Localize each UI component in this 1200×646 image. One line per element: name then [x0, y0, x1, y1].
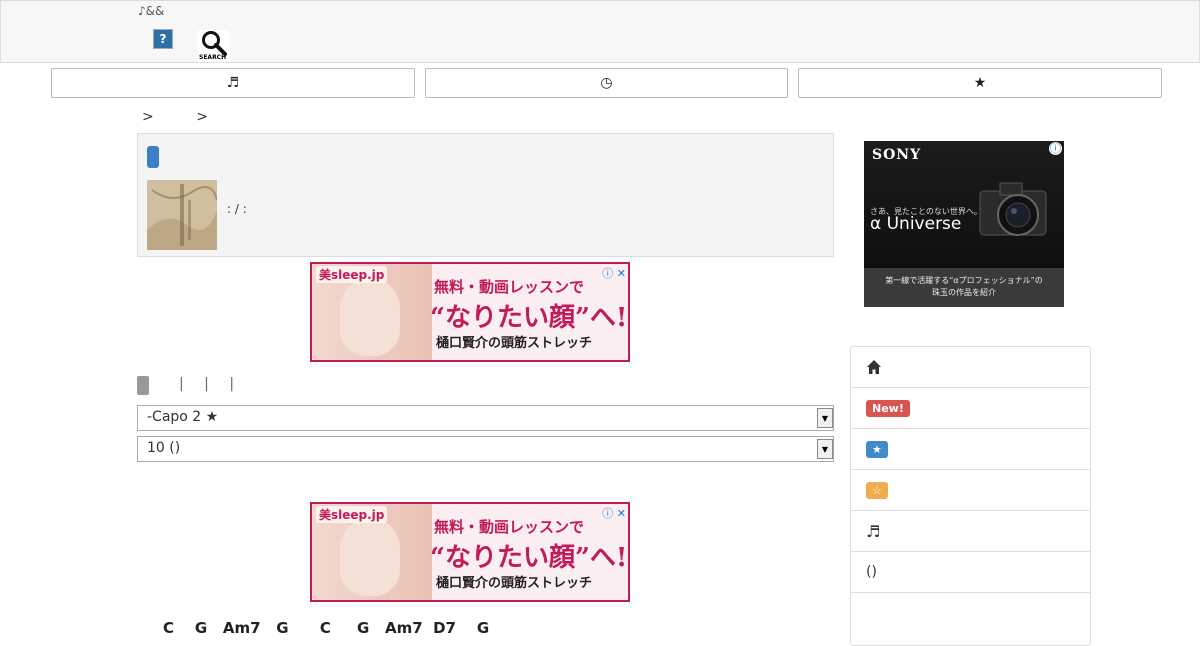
- music-note-icon: ♬: [226, 75, 240, 91]
- font-size-select-value: 10 (): [147, 440, 181, 456]
- ad-headline: 無料・動画レッスンで: [434, 278, 585, 296]
- ad-footer: 第一線で活躍する“αプロフェッショナル”の 珠玉の作品を紹介: [864, 268, 1064, 307]
- capo-select-value: -Capo 2 ★: [147, 409, 219, 425]
- search-icon: [202, 31, 227, 56]
- site-logo[interactable]: ♪&&: [138, 4, 164, 18]
- ad-brand: 美sleep.jp: [316, 506, 388, 523]
- ad-product: α Universe: [870, 214, 962, 234]
- side-menu-item-home[interactable]: [851, 347, 1090, 388]
- home-icon: [867, 360, 881, 374]
- ad-close-icon[interactable]: ⓘ ✕: [602, 505, 626, 521]
- help-icon: ?: [159, 32, 167, 46]
- search-button[interactable]: SEARCH: [198, 30, 230, 62]
- option-links[interactable]: | | |: [179, 376, 242, 392]
- camera-image: [979, 182, 1047, 236]
- song-info-panel: : / :: [137, 133, 834, 257]
- chord-line: C G Am7 G C G Am7 D7 G: [163, 619, 490, 637]
- chevron-down-icon: ▼: [817, 408, 833, 428]
- side-menu-item-favorites[interactable]: ☆: [851, 470, 1090, 511]
- transpose-badge[interactable]: [137, 376, 149, 395]
- song-meta: : / :: [227, 202, 247, 216]
- ad-brand: 美sleep.jp: [316, 266, 388, 283]
- ad-banner[interactable]: 美sleep.jp 無料・動画レッスンで “なりたい顔”へ! 樋口賢介の頭筋スト…: [310, 262, 630, 362]
- breadcrumb-separator: >: [196, 109, 208, 125]
- side-menu-item-ranking[interactable]: ★: [851, 429, 1090, 470]
- ad-banner[interactable]: 美sleep.jp 無料・動画レッスンで “なりたい顔”へ! 樋口賢介の頭筋スト…: [310, 502, 630, 602]
- star-outline-badge: ☆: [866, 481, 888, 499]
- status-badge[interactable]: [147, 146, 159, 168]
- ad-headline-large: “なりたい顔”へ!: [430, 303, 628, 333]
- ad-footer-text: 第一線で活躍する“αプロフェッショナル”の 珠玉の作品を紹介: [885, 276, 1043, 297]
- album-cover-art: [147, 180, 217, 250]
- ad-brand: SONY: [872, 147, 922, 163]
- font-size-select[interactable]: 10 () ▼: [137, 436, 834, 462]
- ad-close-icon[interactable]: ⓘ ✕: [602, 265, 626, 281]
- ad-headline: 無料・動画レッスンで: [434, 518, 585, 536]
- help-button[interactable]: ?: [153, 29, 173, 49]
- album-cover[interactable]: [147, 180, 217, 250]
- ad-subline: 樋口賢介の頭筋ストレッチ: [436, 576, 593, 591]
- ad-info-icon[interactable]: ⓘ: [1049, 142, 1062, 155]
- side-menu-item-label: (): [866, 564, 877, 580]
- side-menu-item-new[interactable]: New!: [851, 388, 1090, 429]
- star-badge: ★: [866, 440, 888, 458]
- tab-favorites[interactable]: ★: [798, 68, 1162, 98]
- sidebar-ad[interactable]: SONY ⓘ さあ、見たことのない世界へ。 α Universe 第一線で活躍す…: [864, 141, 1064, 307]
- side-menu-item-other[interactable]: (): [851, 552, 1090, 593]
- breadcrumb-separator: >: [142, 109, 154, 125]
- tab-recent[interactable]: ◷: [425, 68, 788, 98]
- search-label: SEARCH: [199, 54, 227, 61]
- breadcrumb: > >: [142, 109, 246, 125]
- new-badge: New!: [866, 399, 910, 417]
- star-icon: ★: [973, 75, 987, 91]
- music-note-icon: ♬: [866, 521, 881, 541]
- capo-select[interactable]: -Capo 2 ★ ▼: [137, 405, 834, 431]
- ad-subline: 樋口賢介の頭筋ストレッチ: [436, 336, 593, 351]
- ad-headline-large: “なりたい顔”へ!: [430, 543, 628, 573]
- clock-icon: ◷: [600, 75, 613, 91]
- chevron-down-icon: ▼: [817, 439, 833, 459]
- side-menu-item-music[interactable]: ♬: [851, 511, 1090, 552]
- side-menu: New! ★ ☆ ♬ (): [850, 346, 1091, 646]
- site-header: ♪&& ? SEARCH: [0, 0, 1200, 63]
- tab-music[interactable]: ♬: [51, 68, 415, 98]
